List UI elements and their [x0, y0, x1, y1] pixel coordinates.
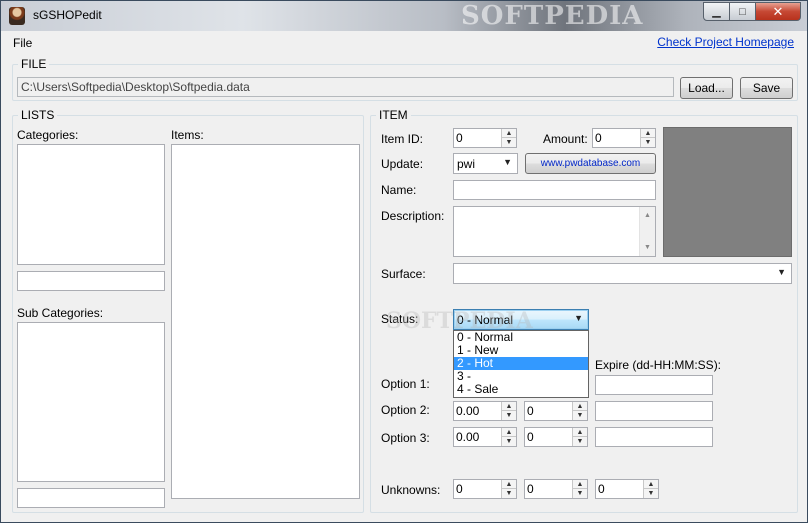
amount-label: Amount: — [543, 132, 588, 146]
subcategories-label: Sub Categories: — [17, 306, 104, 320]
file-path-field[interactable]: C:\Users\Softpedia\Desktop\Softpedia.dat… — [17, 77, 674, 97]
update-dropdown[interactable]: pwi ▼ — [453, 153, 518, 174]
spin-up-icon[interactable]: ▲ — [502, 402, 516, 411]
update-label: Update: — [381, 157, 424, 171]
name-input[interactable] — [453, 180, 656, 200]
spin-down-icon[interactable]: ▼ — [502, 138, 516, 147]
maximize-button[interactable]: □ — [729, 2, 756, 21]
option2-price-spinner[interactable]: 0.00 ▲ ▼ — [453, 401, 517, 421]
load-button[interactable]: Load... — [680, 77, 733, 99]
spin-up-icon[interactable]: ▲ — [502, 480, 516, 489]
spin-up-icon[interactable]: ▲ — [573, 402, 587, 411]
option2-label: Option 2: — [381, 403, 430, 417]
title-watermark: SOFTPEDIA — [461, 1, 644, 31]
status-option-selected[interactable]: 2 - Hot — [454, 357, 588, 370]
unknown2-spinner[interactable]: 0 ▲ ▼ — [524, 479, 588, 499]
spin-up-icon[interactable]: ▲ — [502, 129, 516, 138]
file-group-title: FILE — [18, 57, 50, 71]
item-group-title: ITEM — [376, 108, 411, 122]
unknown1-value: 0 — [456, 482, 463, 496]
description-label: Description: — [381, 209, 445, 223]
item-id-label: Item ID: — [381, 132, 424, 146]
categories-label: Categories: — [17, 128, 79, 142]
save-button[interactable]: Save — [740, 77, 793, 99]
option3-count-spinner[interactable]: 0 ▲ ▼ — [524, 427, 588, 447]
spin-up-icon[interactable]: ▲ — [573, 480, 587, 489]
expire-label: Expire (dd-HH:MM:SS): — [595, 358, 722, 372]
spin-down-icon[interactable]: ▼ — [644, 489, 658, 498]
close-button[interactable]: ✕ — [755, 2, 801, 21]
caption-buttons: ▁ □ ✕ — [703, 2, 801, 21]
unknown2-value: 0 — [527, 482, 534, 496]
scroll-down-icon[interactable]: ▼ — [644, 244, 651, 251]
chevron-down-icon: ▼ — [503, 157, 512, 167]
option2-price-value: 0.00 — [456, 404, 480, 418]
description-scrollbar[interactable]: ▲ ▼ — [639, 207, 655, 256]
status-option[interactable]: 4 - Sale — [454, 383, 588, 396]
amount-value: 0 — [595, 131, 602, 145]
items-list[interactable] — [171, 144, 360, 499]
spin-down-icon[interactable]: ▼ — [573, 489, 587, 498]
description-textarea[interactable]: ▲ ▼ — [453, 206, 656, 257]
status-label: Status: — [381, 312, 419, 326]
unknown3-spinner[interactable]: 0 ▲ ▼ — [595, 479, 659, 499]
subcategories-list[interactable] — [17, 322, 165, 482]
category-filter-input[interactable] — [17, 271, 165, 291]
update-value: pwi — [457, 157, 476, 171]
menu-bar: File Check Project Homepage — [1, 33, 807, 53]
option3-count-value: 0 — [527, 430, 534, 444]
minimize-button[interactable]: ▁ — [703, 2, 730, 21]
spin-down-icon[interactable]: ▼ — [573, 411, 587, 420]
status-dropdown[interactable]: 0 - Normal ▼ — [453, 309, 589, 330]
spin-down-icon[interactable]: ▼ — [641, 138, 655, 147]
spin-down-icon[interactable]: ▼ — [573, 437, 587, 446]
spin-up-icon[interactable]: ▲ — [573, 428, 587, 437]
unknown1-spinner[interactable]: 0 ▲ ▼ — [453, 479, 517, 499]
item-icon-preview — [663, 127, 792, 257]
spin-down-icon[interactable]: ▼ — [502, 437, 516, 446]
option3-expire-input[interactable] — [595, 427, 713, 447]
option2-expire-input[interactable] — [595, 401, 713, 421]
scroll-up-icon[interactable]: ▲ — [644, 212, 651, 219]
pwdatabase-button[interactable]: www.pwdatabase.com — [525, 153, 656, 174]
item-id-value: 0 — [456, 131, 463, 145]
name-label: Name: — [381, 183, 417, 197]
spin-up-icon[interactable]: ▲ — [502, 428, 516, 437]
status-value: 0 - Normal — [457, 313, 514, 327]
status-options-list[interactable]: 0 - Normal 1 - New 2 - Hot 3 - 4 - Sale — [453, 330, 589, 398]
option3-label: Option 3: — [381, 431, 430, 445]
spin-up-icon[interactable]: ▲ — [641, 129, 655, 138]
menu-file[interactable]: File — [13, 36, 32, 50]
surface-label: Surface: — [381, 267, 426, 281]
spin-up-icon[interactable]: ▲ — [644, 480, 658, 489]
file-path-text: C:\Users\Softpedia\Desktop\Softpedia.dat… — [21, 80, 250, 94]
items-label: Items: — [171, 128, 204, 142]
option3-price-value: 0.00 — [456, 430, 480, 444]
amount-spinner[interactable]: 0 ▲ ▼ — [592, 128, 656, 148]
unknowns-label: Unknowns: — [381, 483, 441, 497]
main-window: sGSHOPedit SOFTPEDIA ▁ □ ✕ File Check Pr… — [0, 0, 808, 523]
window-title: sGSHOPedit — [33, 8, 102, 22]
categories-list[interactable] — [17, 144, 165, 265]
option3-price-spinner[interactable]: 0.00 ▲ ▼ — [453, 427, 517, 447]
title-bar[interactable]: sGSHOPedit SOFTPEDIA ▁ □ ✕ — [1, 1, 807, 31]
option1-label: Option 1: — [381, 377, 430, 391]
app-icon[interactable] — [9, 7, 25, 25]
option2-count-spinner[interactable]: 0 ▲ ▼ — [524, 401, 588, 421]
chevron-down-icon: ▼ — [777, 267, 786, 277]
lists-group-title: LISTS — [18, 108, 58, 122]
option1-expire-input[interactable] — [595, 375, 713, 395]
surface-dropdown[interactable]: ▼ — [453, 263, 792, 284]
unknown3-value: 0 — [598, 482, 605, 496]
option2-count-value: 0 — [527, 404, 534, 418]
spin-down-icon[interactable]: ▼ — [502, 489, 516, 498]
item-id-spinner[interactable]: 0 ▲ ▼ — [453, 128, 517, 148]
spin-down-icon[interactable]: ▼ — [502, 411, 516, 420]
homepage-link[interactable]: Check Project Homepage — [657, 35, 794, 49]
chevron-down-icon: ▼ — [574, 313, 583, 323]
subcategory-filter-input[interactable] — [17, 488, 165, 508]
